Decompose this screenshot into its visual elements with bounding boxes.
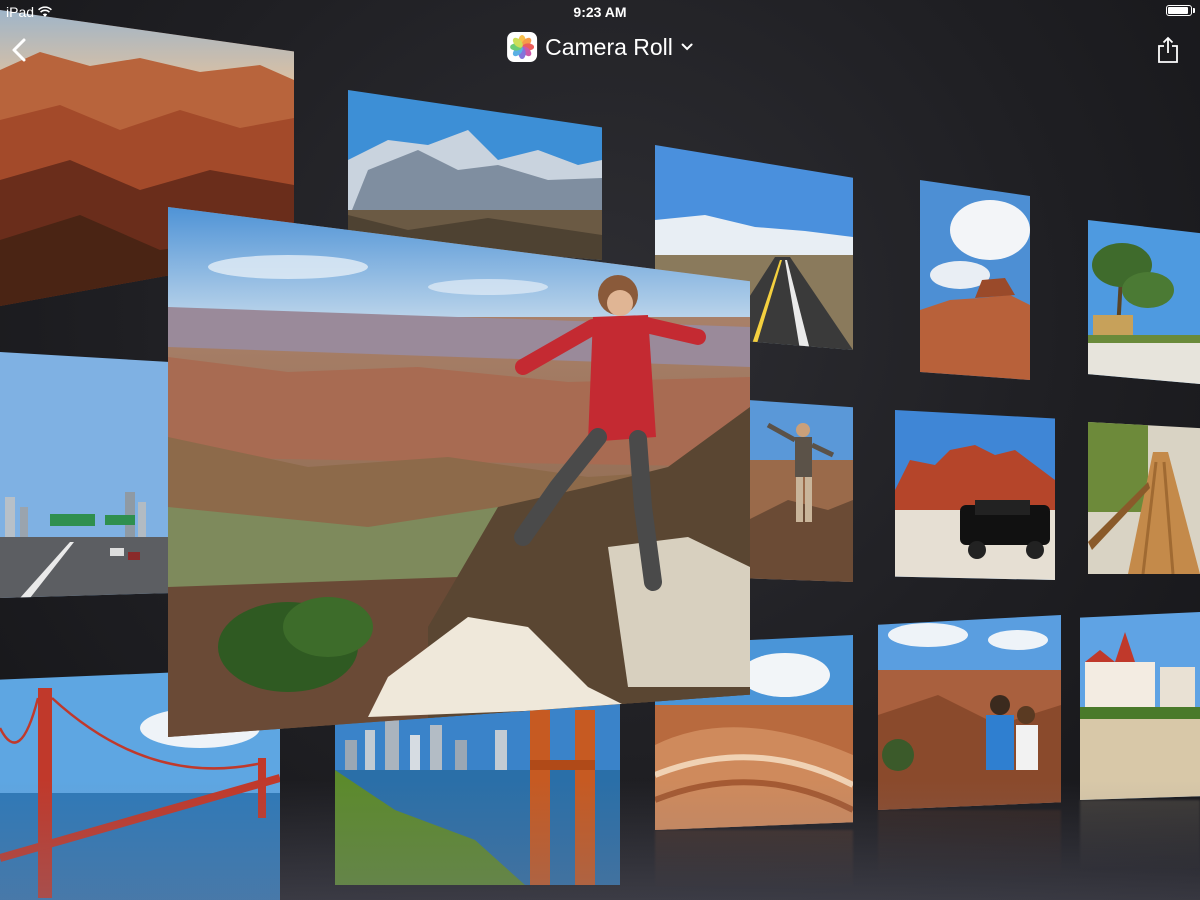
photos-app-icon — [507, 32, 538, 62]
photo-palm-beach-house[interactable] — [1088, 220, 1200, 384]
share-icon — [1158, 36, 1178, 63]
floor-glow — [0, 780, 1200, 900]
album-title-dropdown[interactable]: Camera Roll — [507, 32, 693, 62]
back-button[interactable] — [6, 34, 32, 66]
photo-jeep-red-rocks[interactable] — [895, 410, 1055, 580]
photo-snowy-mountains[interactable] — [348, 90, 602, 260]
photo-wall-screen: iPad 9:23 AM Camera Roll — [0, 0, 1200, 900]
photo-city-freeway[interactable] — [0, 352, 168, 598]
status-bar: iPad 9:23 AM — [0, 0, 1200, 24]
album-title: Camera Roll — [545, 33, 673, 60]
photo-boardwalk-stairs[interactable] — [1088, 422, 1200, 574]
share-button[interactable] — [1156, 36, 1180, 64]
chevron-down-icon — [681, 43, 693, 51]
battery-icon — [1166, 5, 1195, 16]
photo-featured-grand-canyon-jumper[interactable] — [168, 207, 750, 737]
status-time: 9:23 AM — [573, 4, 627, 20]
photo-hiker-on-cliff[interactable] — [748, 400, 853, 582]
chevron-left-icon — [12, 38, 26, 62]
photo-red-rock-sky[interactable] — [920, 180, 1030, 380]
nav-bar: Camera Roll — [0, 24, 1200, 76]
photo-coronado-hotel[interactable] — [1080, 612, 1200, 800]
